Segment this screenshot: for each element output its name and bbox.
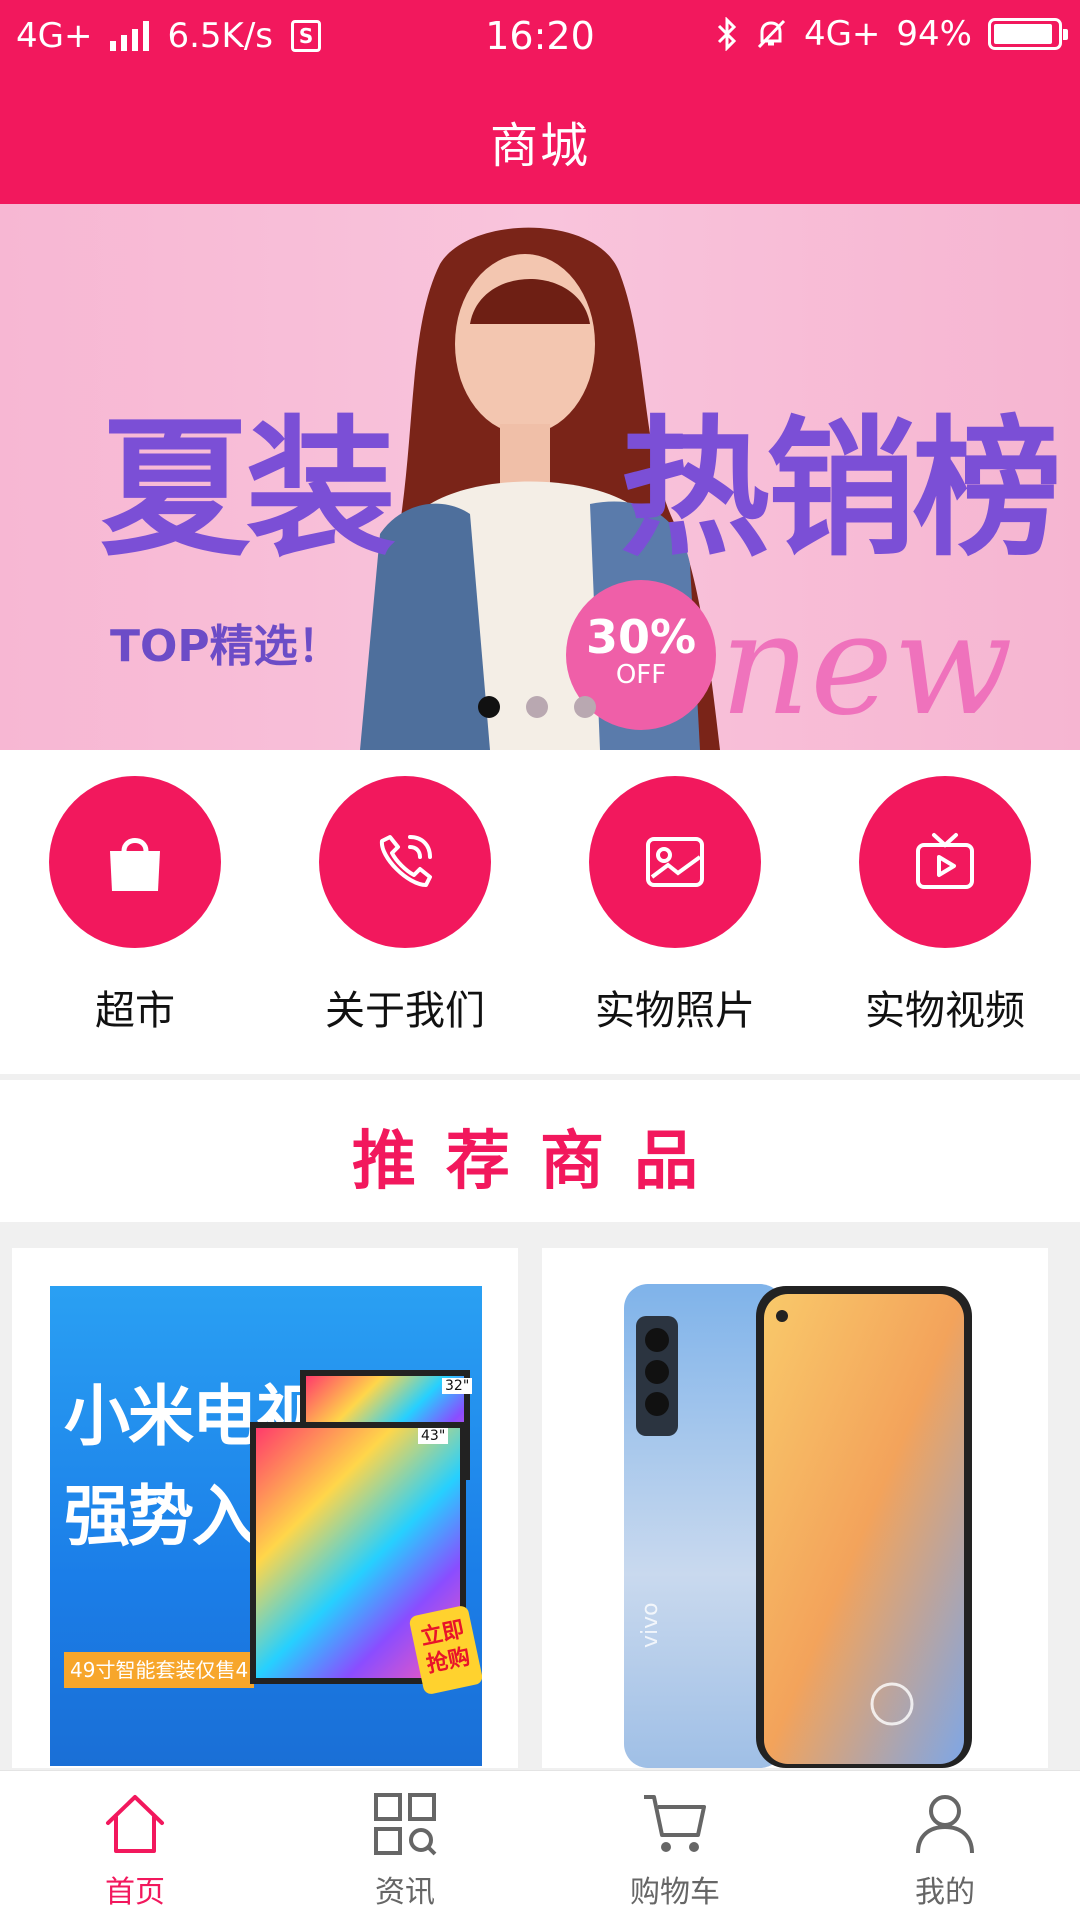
page-title: 商城 [489, 118, 590, 174]
battery-icon [988, 18, 1068, 50]
category-label: 关于我们 [325, 988, 485, 1034]
tv-promo-band: 49寸智能套装仅售4149元 [64, 1652, 306, 1688]
cart-icon [644, 1795, 706, 1852]
carousel-indicator [478, 696, 596, 718]
banner-tagline: TOP精选！ [110, 621, 342, 672]
status-right: 4G+ 94% [716, 14, 1068, 54]
nav-profile[interactable]: 我的 [810, 1791, 1080, 1911]
category-label: 实物视频 [865, 988, 1025, 1034]
phone-brand-text: vivo [638, 1602, 663, 1648]
recommended-header: 推荐商品 [0, 1080, 1080, 1222]
carousel-dot[interactable] [478, 696, 500, 718]
network-type-right: 4G+ [803, 14, 881, 54]
category-label: 超市 [95, 988, 175, 1034]
category-about-us[interactable]: 关于我们 [270, 776, 540, 1036]
product-image-tv: 小米电视 强势入驻 49寸智能套装仅售4149元 32" 43" 立即抢购 [50, 1286, 482, 1766]
shopping-bag-icon [49, 776, 221, 948]
nav-cart[interactable]: 购物车 [540, 1791, 810, 1911]
nav-home[interactable]: 首页 [0, 1791, 270, 1911]
nav-news[interactable]: 资讯 [270, 1791, 540, 1911]
nav-label: 首页 [105, 1875, 165, 1910]
product-image-phone [624, 1284, 972, 1768]
banner-carousel[interactable]: 夏装 热销榜 TOP精选！ 30% OFF new [0, 204, 1080, 750]
banner-headline-right: 热销榜 [620, 403, 1062, 577]
banner-headline-left: 夏装 [100, 403, 396, 577]
product-card[interactable]: 小米电视 强势入驻 49寸智能套装仅售4149元 32" 43" 立即抢购 [12, 1248, 518, 1768]
nav-label: 我的 [915, 1875, 975, 1910]
discount-value: 30% [585, 610, 697, 664]
category-supermarket[interactable]: 超市 [0, 776, 270, 1036]
top-bar: 4G+ 6.5K/s S 16:20 4G+ 94% 商城 [0, 0, 1080, 204]
tv-size-b: 43" [418, 1428, 449, 1444]
mute-bell-icon [757, 19, 786, 49]
section-title: 推荐商品 [352, 1125, 728, 1199]
nav-label: 购物车 [630, 1875, 720, 1910]
battery-percent: 94% [896, 14, 972, 54]
bluetooth-icon [717, 17, 737, 51]
carousel-dot[interactable] [574, 696, 596, 718]
app: 4G+ 6.5K/s S 16:20 4G+ 94% 商城 夏装 热销榜 TOP… [0, 0, 1080, 1920]
carousel-dot[interactable] [526, 696, 548, 718]
phone-call-icon [319, 776, 491, 948]
image-icon [589, 776, 761, 948]
category-label: 实物照片 [595, 988, 755, 1034]
product-card[interactable]: vivo [542, 1248, 1048, 1768]
home-icon [106, 1795, 164, 1853]
status-bar: 4G+ 6.5K/s S 16:20 4G+ 94% [0, 0, 1080, 76]
category-videos[interactable]: 实物视频 [810, 776, 1080, 1036]
category-row: 超市 关于我们 实物照片 实物视频 [0, 750, 1080, 1074]
banner-script-word: new [720, 584, 1013, 747]
nav-label: 资讯 [375, 1875, 435, 1910]
user-icon [916, 1795, 974, 1854]
grid-search-icon [374, 1793, 437, 1856]
tv-play-icon [859, 776, 1031, 948]
tv-size-a: 32" [442, 1378, 473, 1394]
discount-sub: OFF [615, 660, 667, 690]
category-photos[interactable]: 实物照片 [540, 776, 810, 1036]
bottom-nav: 首页 资讯 购物车 我的 [0, 1770, 1080, 1920]
